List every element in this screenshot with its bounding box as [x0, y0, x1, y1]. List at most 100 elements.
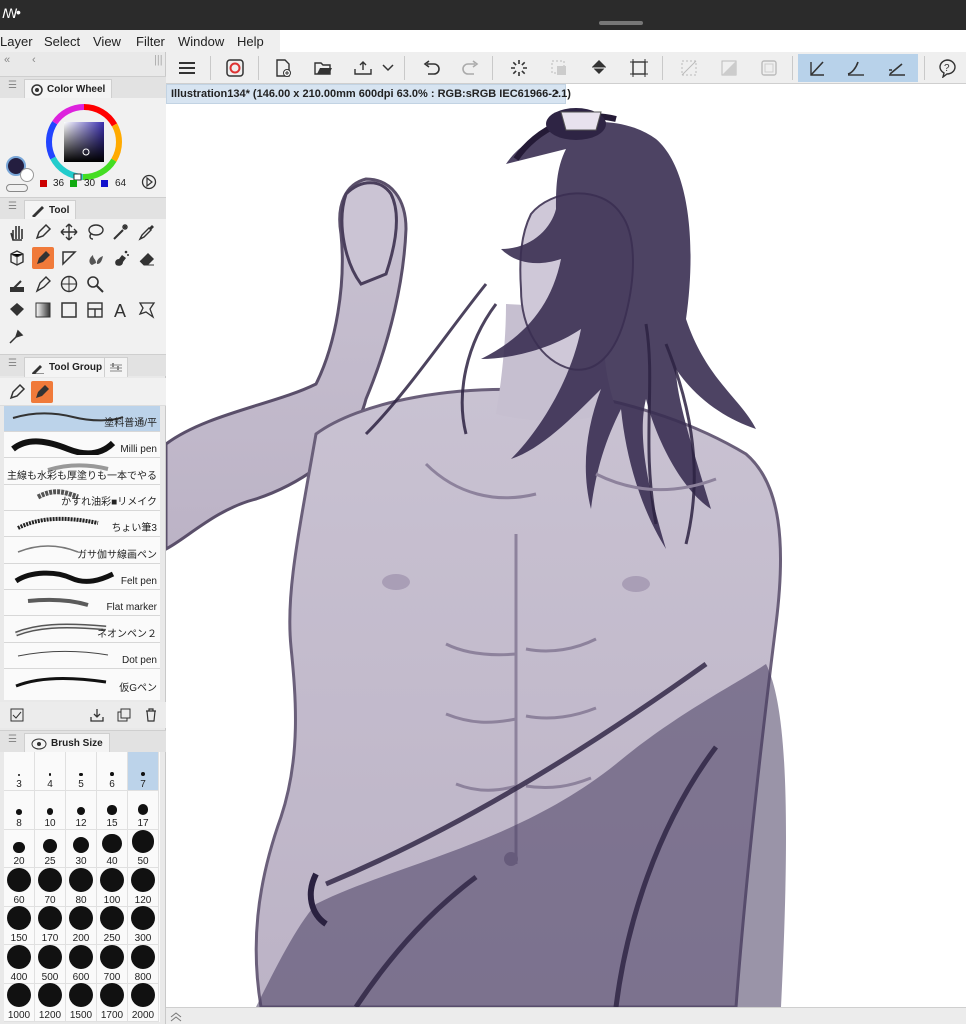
- window-drag-handle[interactable]: [599, 21, 643, 25]
- invert-selection-icon[interactable]: [714, 54, 744, 82]
- magic-wand-icon[interactable]: [110, 221, 132, 243]
- brush-size-option[interactable]: 40: [97, 829, 128, 868]
- undo-icon[interactable]: [416, 54, 446, 82]
- pencil-tool-icon[interactable]: [58, 247, 80, 269]
- brush-item[interactable]: Dot pen: [4, 643, 160, 669]
- balloon-tool-icon[interactable]: [136, 299, 158, 321]
- sub-tool-settings-icon[interactable]: [10, 708, 24, 722]
- correct-line-tool-icon[interactable]: [6, 325, 28, 347]
- brush-size-option[interactable]: 120: [128, 867, 159, 907]
- menu-filter[interactable]: Filter: [136, 34, 165, 49]
- menu-help[interactable]: Help: [237, 34, 264, 49]
- pen-tool-selected-icon[interactable]: [32, 247, 54, 269]
- brush-item[interactable]: Milli pen: [4, 432, 160, 458]
- brush-size-option[interactable]: 800: [128, 944, 159, 984]
- tab-brush-size[interactable]: Brush Size: [24, 733, 110, 753]
- hue-ring[interactable]: [44, 102, 124, 182]
- brush-size-option[interactable]: 500: [35, 944, 66, 984]
- brush-item[interactable]: かすれ油彩■リメイク: [4, 485, 160, 511]
- menu-select[interactable]: Select: [44, 34, 80, 49]
- sub-color-swatch[interactable]: [20, 168, 34, 182]
- drawing-canvas[interactable]: [166, 104, 966, 1007]
- brush-size-option[interactable]: 70: [35, 867, 66, 907]
- brush-item[interactable]: 仮Gペン: [4, 670, 160, 696]
- menu-layer[interactable]: Layer: [0, 34, 33, 49]
- brush-size-option[interactable]: 12: [66, 790, 97, 830]
- brush-size-option[interactable]: 300: [128, 906, 159, 945]
- brush-size-option[interactable]: 50: [128, 829, 159, 868]
- export-dropdown-chevron-icon[interactable]: [378, 54, 398, 82]
- airbrush-tool-icon[interactable]: [110, 247, 132, 269]
- brush-size-option[interactable]: 600: [66, 944, 97, 984]
- brush-size-option[interactable]: 8: [4, 790, 35, 830]
- brush-item[interactable]: 塗料普通/平: [4, 406, 160, 432]
- dock-back-icon[interactable]: ‹: [32, 54, 36, 66]
- transform-selection-icon[interactable]: [544, 54, 574, 82]
- menu-window[interactable]: Window: [178, 34, 224, 49]
- selection-border-icon[interactable]: [754, 54, 784, 82]
- lasso-tool-icon[interactable]: [84, 221, 106, 243]
- hand-tool-icon[interactable]: [6, 221, 28, 243]
- tab-tool-property[interactable]: [104, 357, 128, 377]
- zoom-tool-icon[interactable]: [84, 273, 106, 295]
- tab-tool-group[interactable]: Tool Group: [24, 357, 110, 377]
- clip-studio-icon[interactable]: [220, 54, 250, 82]
- color-mode-toggle-icon[interactable]: [141, 174, 157, 190]
- panel-grip-icon[interactable]: ☰: [8, 734, 17, 745]
- brush-size-option[interactable]: 6: [97, 752, 128, 791]
- brush-size-option[interactable]: 170: [35, 906, 66, 945]
- tab-color-wheel[interactable]: Color Wheel: [24, 79, 113, 99]
- figure-tool-icon[interactable]: [58, 299, 80, 321]
- brush-item[interactable]: ネオンペン２: [4, 617, 160, 643]
- brush-size-option[interactable]: 250: [97, 906, 128, 945]
- brush-size-option[interactable]: 60: [4, 867, 35, 907]
- frame-border-tool-icon[interactable]: [84, 299, 106, 321]
- brush-size-option[interactable]: 10: [35, 790, 66, 830]
- brush-size-option[interactable]: 5: [66, 752, 97, 791]
- pen-tool-icon[interactable]: [32, 221, 54, 243]
- loading-spinner-icon[interactable]: [504, 54, 534, 82]
- move-tool-icon[interactable]: [58, 221, 80, 243]
- brush-item[interactable]: ガサ伽サ線画ペン: [4, 538, 160, 564]
- brush-size-option[interactable]: 700: [97, 944, 128, 984]
- brush-size-option[interactable]: 80: [66, 867, 97, 907]
- dock-resize-handle[interactable]: |||: [154, 54, 163, 66]
- fill-bucket-icon[interactable]: [584, 54, 614, 82]
- brush-item[interactable]: 主線も水彩も厚塗りも一本でやる: [4, 459, 160, 485]
- panel-grip-icon[interactable]: ☰: [8, 358, 17, 369]
- brush-size-option[interactable]: 1200: [35, 983, 66, 1022]
- brush-size-option[interactable]: 200: [66, 906, 97, 945]
- brush-size-option[interactable]: 30: [66, 829, 97, 868]
- brush-size-option[interactable]: 15: [97, 790, 128, 830]
- decoration-pen-icon[interactable]: [32, 273, 54, 295]
- expand-up-icon[interactable]: [170, 1012, 182, 1022]
- brush-size-option[interactable]: 2000: [128, 983, 159, 1022]
- text-tool-icon[interactable]: A: [110, 299, 132, 321]
- gradient-tool-icon[interactable]: [32, 299, 54, 321]
- open-file-icon[interactable]: [308, 54, 338, 82]
- document-tab[interactable]: Illustration134* (146.00 x 210.00mm 600d…: [166, 84, 571, 104]
- brush-item[interactable]: Flat marker: [4, 590, 160, 616]
- eyedropper-icon[interactable]: [136, 221, 158, 243]
- clear-selection-icon[interactable]: [674, 54, 704, 82]
- panel-grip-icon[interactable]: ☰: [8, 80, 17, 91]
- ruler-tool-icon[interactable]: [58, 273, 80, 295]
- eraser-tool-icon[interactable]: [136, 247, 158, 269]
- hamburger-menu-icon[interactable]: [172, 54, 202, 82]
- fill-tool-icon[interactable]: [6, 299, 28, 321]
- import-sub-tool-icon[interactable]: [90, 708, 104, 722]
- brush-size-option[interactable]: 1700: [97, 983, 128, 1022]
- brush-item[interactable]: ちょい筆3: [4, 511, 160, 537]
- redo-icon[interactable]: [456, 54, 486, 82]
- brush-size-option[interactable]: 7: [128, 752, 159, 791]
- transparent-color-toggle[interactable]: [6, 184, 28, 192]
- marker-subtool-icon[interactable]: [31, 381, 53, 403]
- brush-size-option[interactable]: 4: [35, 752, 66, 791]
- brush-size-option[interactable]: 100: [97, 867, 128, 907]
- collapse-dock-icon[interactable]: «: [4, 54, 10, 66]
- pen-subtool-icon[interactable]: [6, 381, 28, 403]
- blend-tool-icon[interactable]: [6, 273, 28, 295]
- duplicate-sub-tool-icon[interactable]: [117, 708, 131, 722]
- delete-sub-tool-icon[interactable]: [144, 708, 158, 722]
- help-icon[interactable]: ?: [932, 54, 962, 82]
